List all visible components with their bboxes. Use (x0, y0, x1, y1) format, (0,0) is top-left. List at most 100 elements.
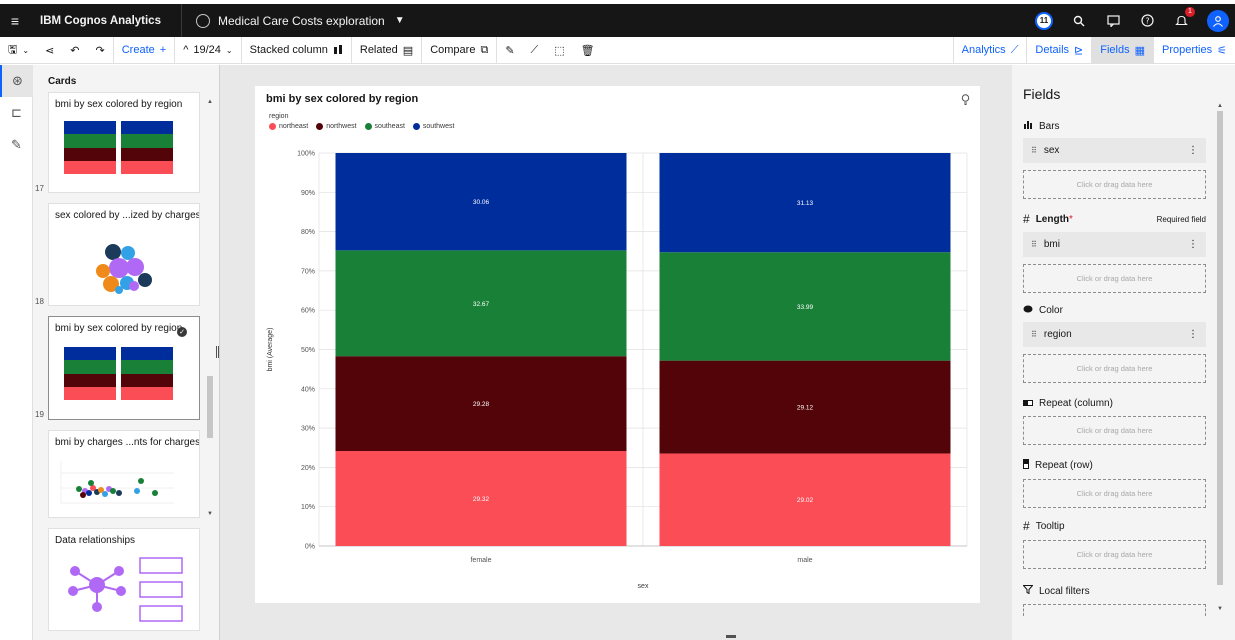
search-icon[interactable] (1071, 13, 1087, 29)
redo-icon: ↷ (95, 44, 105, 57)
canvas-resize-handle[interactable] (726, 635, 736, 638)
tab-details[interactable]: Details ⊵ (1026, 36, 1091, 64)
tab-properties[interactable]: Properties ⚟ (1152, 36, 1235, 64)
scroll-down-icon[interactable]: ▼ (1217, 606, 1223, 612)
pins-rail-button[interactable]: ✎ (0, 129, 33, 161)
help-icon[interactable]: ? (1139, 13, 1155, 29)
field-slot-repeat-row: Repeat (row) Click or drag data here (1023, 459, 1206, 508)
properties-icon: ⚟ (1217, 44, 1227, 57)
fields-scrollbar[interactable]: ▲ ▼ (1216, 103, 1224, 615)
slot-label-text: Length (1035, 213, 1070, 225)
fields-heading: Fields (1023, 86, 1061, 102)
drop-zone[interactable]: Click or drag data here (1023, 170, 1206, 199)
field-slot-length: # Length * Required field ⠿ bmi ⋮ Click o… (1023, 212, 1206, 293)
field-name: sex (1043, 145, 1060, 156)
expand-button[interactable]: ⬚ (546, 37, 572, 64)
y-tick-label: 20% (301, 465, 315, 472)
drop-zone[interactable]: Click or drag data here (1023, 540, 1206, 569)
redo-button[interactable]: ↷ (88, 36, 114, 64)
notification-icon[interactable]: 1 (1173, 6, 1195, 29)
toolbar: 🖫 ⌄ ⋖ ↶ ↷ Create + ^ 19/24 ⌄ Stacked col… (0, 36, 1235, 64)
create-button[interactable]: Create + (114, 36, 176, 64)
color-palette-icon (1023, 305, 1033, 316)
pin-button[interactable]: ✎ (497, 37, 522, 64)
card-17[interactable]: bmi by sex colored by region (48, 92, 200, 193)
related-button[interactable]: Related ▤ (352, 36, 423, 64)
fields-icon: ▦ (1134, 44, 1145, 57)
related-icon: ▤ (402, 44, 414, 57)
delete-button[interactable]: 🗑 (573, 37, 603, 64)
canvas: bmi by sex colored by region region nort… (219, 65, 1012, 640)
tab-analytics[interactable]: Analytics ⟋ (952, 36, 1027, 64)
field-name: bmi (1043, 239, 1060, 250)
data-label: 29.28 (473, 401, 490, 408)
y-tick-label: 50% (301, 347, 315, 354)
chart-card[interactable]: bmi by sex colored by region region nort… (255, 86, 980, 603)
undo-button[interactable]: ↶ (62, 37, 87, 64)
scrollbar-thumb[interactable] (1217, 111, 1223, 585)
card-20[interactable]: bmi by charges ...nts for charges (48, 430, 200, 518)
card-navigator[interactable]: ^ 19/24 ⌄ (175, 36, 242, 64)
overflow-menu-icon[interactable]: ⋮ (1188, 145, 1198, 156)
fields-panel: Fields Bars ⠿ sex ⋮ Click or drag data h… (1012, 65, 1235, 640)
chat-icon[interactable] (1105, 13, 1121, 29)
y-axis-title: bmi (Average) (267, 328, 274, 372)
drag-handle-icon[interactable]: ⠿ (1031, 146, 1037, 155)
share-button[interactable]: ⋖ (37, 37, 62, 64)
drop-zone[interactable]: Click or drag data here (1023, 354, 1206, 383)
scrollbar-thumb[interactable] (207, 376, 213, 438)
cards-rail-button[interactable]: ⊛ (0, 65, 33, 97)
drop-zone[interactable] (1023, 604, 1206, 616)
user-badge[interactable]: 11 (1035, 11, 1053, 30)
panel-tabs: Analytics ⟋ Details ⊵ Fields ▦ Propertie… (952, 36, 1235, 64)
trash-icon: 🗑 (580, 44, 595, 57)
y-tick-label: 0% (305, 544, 315, 551)
required-asterisk-icon: * (1069, 213, 1073, 225)
field-slot-tooltip: # Tooltip Click or drag data here (1023, 519, 1206, 569)
data-label: 29.32 (473, 496, 490, 503)
slot-label: Repeat (column) (1023, 398, 1206, 409)
chevron-up-icon[interactable]: ^ (183, 44, 188, 56)
drag-handle-icon[interactable]: ⠿ (1031, 240, 1037, 249)
y-tick-label: 70% (301, 268, 315, 275)
tab-fields[interactable]: Fields ▦ (1091, 36, 1153, 64)
card-title: sex colored by ...ized by charges (55, 210, 199, 221)
hamburger-menu-icon[interactable]: ≡ (0, 13, 30, 29)
overflow-menu-icon[interactable]: ⋮ (1188, 329, 1198, 340)
relationships-rail-button[interactable]: ⊏ (0, 97, 33, 129)
field-slot-repeat-column: Repeat (column) Click or drag data here (1023, 398, 1206, 445)
scroll-up-icon[interactable]: ▲ (207, 99, 213, 105)
chevron-down-icon[interactable]: ▼ (395, 15, 405, 26)
card-data-relationships[interactable]: Data relationships (48, 528, 200, 631)
notification-badge: 1 (1185, 6, 1195, 17)
overflow-menu-icon[interactable]: ⋮ (1188, 239, 1198, 250)
field-pill-region[interactable]: ⠿ region ⋮ (1023, 322, 1206, 347)
drop-zone[interactable]: Click or drag data here (1023, 264, 1206, 293)
scroll-down-icon[interactable]: ▼ (207, 511, 213, 517)
visualization-type-button[interactable]: Stacked column (242, 36, 352, 64)
field-name: region (1043, 329, 1072, 340)
drop-zone[interactable]: Click or drag data here (1023, 479, 1206, 508)
data-label: 33.99 (797, 304, 814, 311)
drag-handle-icon[interactable]: ⠿ (1031, 330, 1037, 339)
chevron-down-icon[interactable]: ⌄ (226, 46, 233, 55)
expand-icon: ⬚ (554, 44, 565, 57)
scroll-up-icon[interactable]: ▲ (1217, 103, 1223, 109)
drop-zone[interactable]: Click or drag data here (1023, 416, 1206, 445)
field-pill-bmi[interactable]: ⠿ bmi ⋮ (1023, 232, 1206, 257)
slot-label-text: Bars (1039, 120, 1060, 132)
card-number: 18 (35, 297, 44, 306)
plus-icon: + (159, 44, 167, 56)
insights-button[interactable]: ⟋ (523, 37, 547, 64)
field-slot-color: Color ⠿ region ⋮ Click or drag data here (1023, 305, 1206, 383)
slot-label-text: Color (1039, 305, 1063, 316)
avatar[interactable] (1207, 9, 1229, 32)
x-axis-title: sex (638, 583, 649, 590)
card-18[interactable]: sex colored by ...ized by charges (48, 203, 200, 306)
pin-icon: ✎ (11, 137, 22, 152)
save-menu[interactable]: 🖫 ⌄ (0, 37, 37, 64)
compare-button[interactable]: Compare ⧉ (422, 36, 498, 64)
cards-scrollbar[interactable]: ▲ ▼ (206, 99, 214, 519)
card-19[interactable]: bmi by sex colored by region ✓ (48, 316, 200, 420)
field-pill-sex[interactable]: ⠿ sex ⋮ (1023, 138, 1206, 163)
